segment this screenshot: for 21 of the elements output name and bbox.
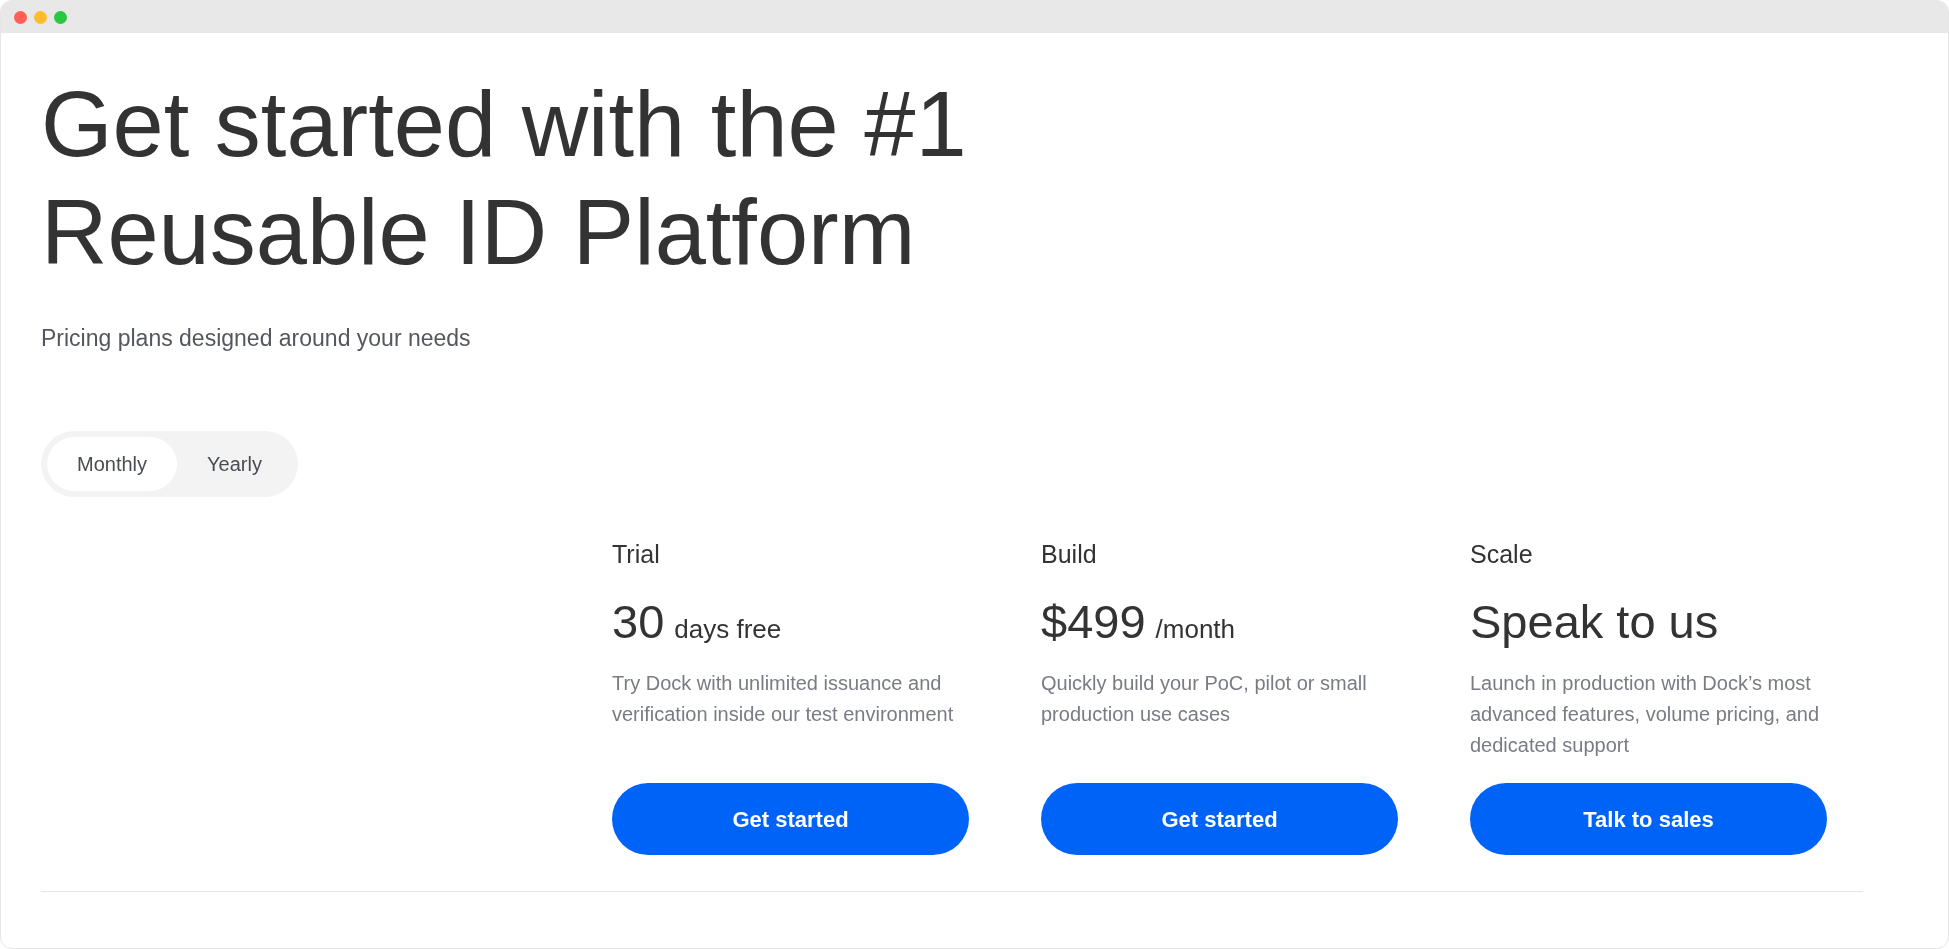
plan-price: $499 — [1041, 594, 1146, 650]
plan-name: Build — [1041, 539, 1097, 570]
plan-name: Scale — [1470, 539, 1533, 570]
plan-price: 30 — [612, 594, 665, 650]
page-subtitle: Pricing plans designed around your needs — [41, 324, 471, 353]
plan-description: Quickly build your PoC, pilot or small production use cases — [1041, 671, 1368, 727]
window-maximize-icon[interactable] — [54, 10, 67, 24]
price-period: /month — [1155, 613, 1236, 645]
billing-option-tab[interactable]: Monthly — [47, 437, 178, 491]
plan-description: Launch in production with Dock’s most advanced features, volume pricing, and dedicated support — [1470, 671, 1821, 758]
window-close-icon[interactable] — [14, 10, 27, 24]
billing-option-tab[interactable]: Yearly — [177, 437, 292, 491]
plan-cta-button[interactable]: Talk to sales — [1470, 783, 1827, 855]
window-minimize-icon[interactable] — [34, 10, 47, 24]
plan-cta-button[interactable]: Get started — [612, 783, 969, 855]
plan-name: Trial — [612, 539, 660, 570]
page-heading: Get started with the #1 Reusable ID Platform — [41, 72, 968, 285]
plan-cta-button[interactable]: Get started — [1041, 783, 1398, 855]
plan-description: Try Dock with unlimited issuance and verification inside our test environment — [612, 671, 955, 727]
price-period: days free — [674, 613, 782, 645]
plan-price: Speak to us — [1470, 594, 1719, 650]
